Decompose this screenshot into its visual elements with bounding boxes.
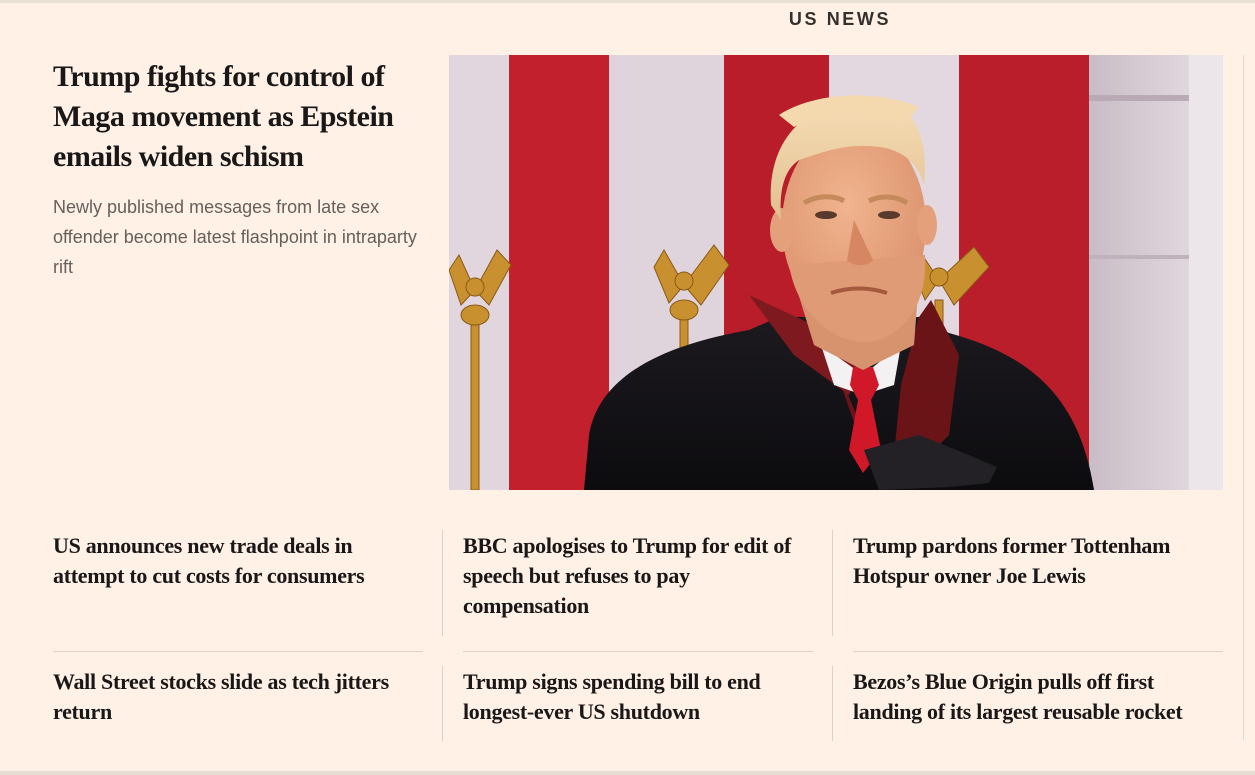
column-divider [832, 666, 833, 741]
section-header: US NEWS [0, 9, 1255, 30]
bottom-edge-divider [0, 771, 1255, 775]
top-edge-divider [0, 0, 1255, 3]
story-headline[interactable]: US announces new trade deals in attempt … [53, 531, 413, 591]
row-divider [53, 651, 423, 652]
story-headline[interactable]: Trump pardons former Tottenham Hotspur o… [853, 531, 1223, 591]
story-headline[interactable]: Wall Street stocks slide as tech jitters… [53, 667, 423, 727]
page-edge-divider [1243, 55, 1244, 740]
lead-story-image[interactable] [449, 55, 1223, 490]
column-divider [832, 530, 833, 636]
lead-story-headline[interactable]: Trump fights for control of Maga movemen… [53, 57, 433, 177]
column-divider [442, 530, 443, 636]
row-divider [853, 651, 1223, 652]
section-title-link[interactable]: US NEWS [789, 9, 891, 29]
story-headline[interactable]: BBC apologises to Trump for edit of spee… [463, 531, 813, 621]
story-headline[interactable]: Trump signs spending bill to end longest… [463, 667, 813, 727]
lead-story-standfirst: Newly published messages from late sex o… [53, 197, 417, 277]
story-headline[interactable]: Bezos’s Blue Origin pulls off first land… [853, 667, 1223, 727]
column-divider [442, 666, 443, 741]
row-divider [463, 651, 813, 652]
